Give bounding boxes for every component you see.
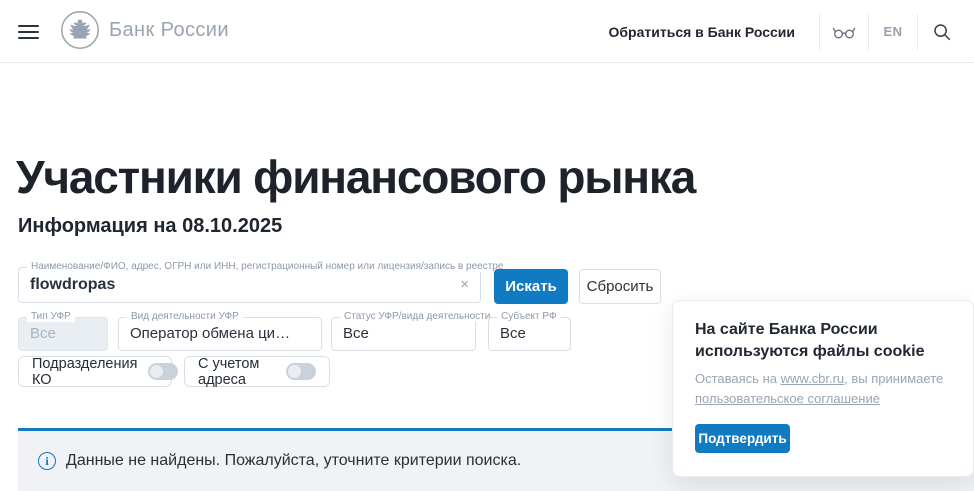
cookie-body: Оставаясь на www.cbr.ru, вы принимаете п… [695,369,945,409]
toggle-switch[interactable] [148,363,179,380]
filter-value: Все [343,325,369,342]
cookie-text: , вы принимаете [844,371,944,386]
cookie-consent-panel: На сайте Банка России используются файлы… [672,300,974,477]
filter-label: Статус УФР/вида деятельности [340,311,495,322]
page-title: Участники финансового рынка [16,150,696,203]
filter-label: Тип УФР [27,311,75,322]
toggle-switch[interactable] [286,363,316,380]
toggle-label: С учетом адреса [198,355,260,388]
search-button[interactable]: Искать [494,269,568,304]
user-agreement-link[interactable]: пользовательское соглашение [695,391,880,406]
contact-bank-link[interactable]: Обратиться в Банк России [609,24,795,40]
info-icon: i [38,452,56,470]
filter-value: Все [500,325,526,342]
alert-message: Данные не найдены. Пожалуйста, уточните … [66,452,522,469]
filter-status[interactable]: Статус УФР/вида деятельности Все [331,311,495,351]
header: Банк России Обратиться в Банк России EN [0,0,974,63]
toggle-label: Подразделения КО [32,355,138,388]
brand-name: Банк России [109,18,229,41]
menu-icon[interactable] [18,25,39,39]
toggle-with-address[interactable]: С учетом адреса [184,355,330,388]
filter-value: Оператор обмена цифровых ... [130,325,321,342]
filter-value: Все [30,325,56,342]
header-actions: Обратиться в Банк России EN [609,0,966,63]
filter-label: Вид деятельности УФР [127,311,243,322]
eagle-emblem-icon [61,11,99,49]
search-input[interactable]: Наименование/ФИО, адрес, ОГРН или ИНН, р… [18,261,508,303]
clear-input-icon[interactable]: × [460,268,469,302]
search-input-value: flowdropas [30,276,116,293]
filter-ufr-type: Тип УФР Все [18,311,108,351]
cookie-confirm-button[interactable]: Подтвердить [695,424,790,453]
cookie-title: На сайте Банка России используются файлы… [695,321,925,360]
bank-logo[interactable]: Банк России [60,10,229,50]
search-input-label: Наименование/ФИО, адрес, ОГРН или ИНН, р… [27,261,508,272]
reset-button[interactable]: Сбросить [579,269,661,304]
filter-activity-kind[interactable]: Вид деятельности УФР Оператор обмена циф… [118,311,322,351]
toggle-ko-subdivisions[interactable]: Подразделения КО [18,355,179,388]
cookie-text: Оставаясь на [695,371,781,386]
search-icon[interactable] [918,23,966,41]
filter-region[interactable]: Субъект РФ Все [488,311,571,351]
info-date: Информация на 08.10.2025 [18,215,283,237]
accessibility-glasses-icon[interactable] [820,24,868,40]
filter-label: Субъект РФ [497,311,561,322]
cbr-site-link[interactable]: www.cbr.ru [781,371,845,386]
language-switch[interactable]: EN [869,24,917,39]
